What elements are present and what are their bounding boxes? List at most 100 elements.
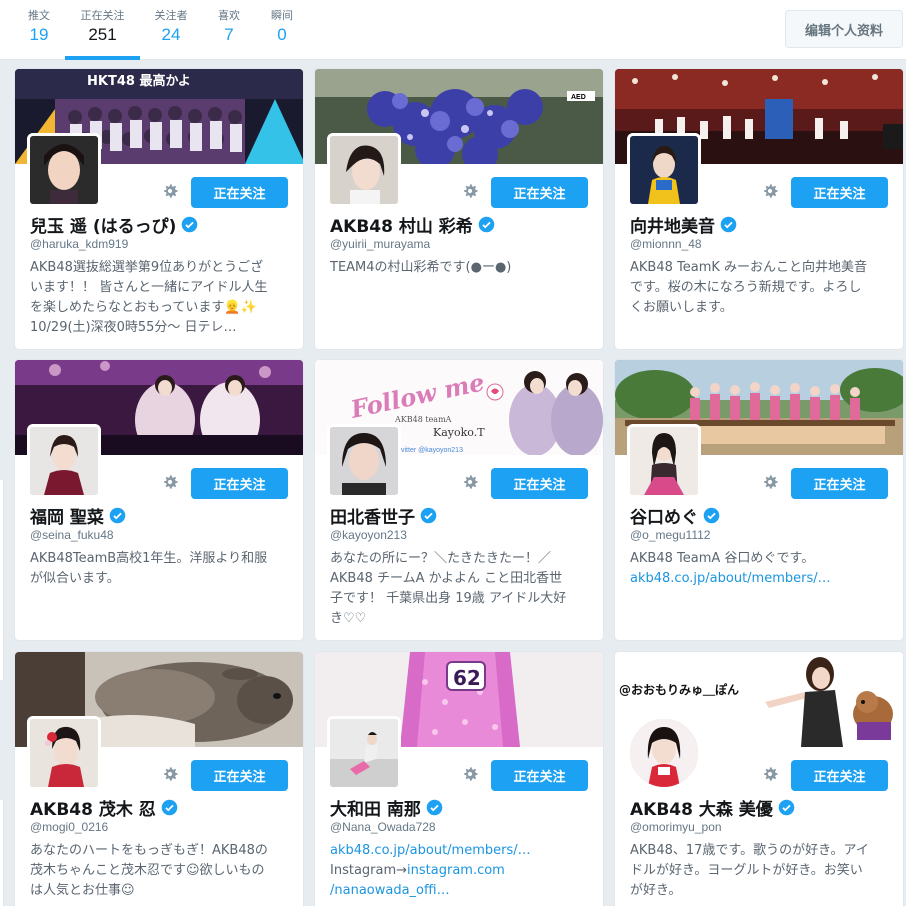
- user-handle[interactable]: @omorimyu_pon: [630, 820, 722, 834]
- avatar[interactable]: [627, 133, 701, 207]
- stat-likes[interactable]: 喜欢 7: [212, 8, 246, 60]
- following-button[interactable]: 正在关注: [791, 760, 888, 791]
- stat-label: 瞬间: [271, 9, 293, 22]
- user-handle[interactable]: @mogi0_0216: [30, 820, 108, 834]
- user-name-text: 谷口めぐ: [630, 508, 698, 528]
- user-handle[interactable]: @mionnn_48: [630, 237, 702, 251]
- user-name[interactable]: AKB48 村山 彩希: [330, 212, 495, 237]
- verified-badge-icon: [478, 216, 495, 233]
- user-card[interactable]: @おおもりみゅ＿ぽん 正在关注 AKB48 大森 美優 @omorimyu_po…: [614, 651, 904, 906]
- gear-icon[interactable]: [760, 764, 780, 784]
- bio-link[interactable]: instagram.com: [407, 863, 505, 878]
- following-button[interactable]: 正在关注: [491, 468, 588, 499]
- user-name-text: AKB48 茂木 忍: [30, 800, 156, 820]
- following-button[interactable]: 正在关注: [791, 177, 888, 208]
- left-sidebar-edge: [0, 480, 4, 680]
- avatar[interactable]: [27, 716, 101, 790]
- gear-icon[interactable]: [460, 764, 480, 784]
- bio-link[interactable]: akb48.co.jp/about/members/…: [630, 569, 895, 589]
- bio-link[interactable]: akb48.co.jp/about/members/…: [330, 841, 595, 861]
- gear-icon[interactable]: [760, 181, 780, 201]
- banner-subtext: vitter @kayoyon213: [401, 447, 463, 454]
- bio-line: を楽しめたらなとおもっています👱✨: [30, 300, 257, 315]
- user-name[interactable]: 向井地美音: [630, 212, 737, 237]
- user-name[interactable]: 谷口めぐ: [630, 503, 720, 528]
- gear-icon[interactable]: [460, 181, 480, 201]
- user-handle[interactable]: @haruka_kdm919: [30, 237, 128, 251]
- avatar[interactable]: [627, 424, 701, 498]
- stat-tweets[interactable]: 推文 19: [18, 8, 60, 60]
- user-card[interactable]: 62 正在关注 大和田 南那 @Nana_Owada728 akb48.co.j…: [314, 651, 604, 906]
- stat-value: 19: [29, 25, 49, 44]
- bio-line: です。桜の木になろう新規です。よろし: [630, 280, 862, 295]
- following-button[interactable]: 正在关注: [491, 177, 588, 208]
- user-card[interactable]: 正在关注 AKB48 茂木 忍 @mogi0_0216 あなたのハートをもっぎも…: [14, 651, 304, 906]
- user-name[interactable]: 大和田 南那: [330, 795, 443, 820]
- following-button[interactable]: 正在关注: [191, 177, 288, 208]
- gear-icon[interactable]: [160, 764, 180, 784]
- user-bio: akb48.co.jp/about/members/… Instagram→in…: [330, 841, 595, 901]
- banner-subtext: AKB48 teamA: [394, 415, 452, 424]
- avatar[interactable]: [327, 424, 401, 498]
- user-name[interactable]: AKB48 大森 美優: [630, 795, 795, 820]
- gear-icon[interactable]: [760, 472, 780, 492]
- user-name[interactable]: 福岡 聖菜: [30, 503, 126, 528]
- verified-badge-icon: [182, 216, 198, 233]
- user-handle[interactable]: @kayoyon213: [330, 528, 407, 542]
- bio-link[interactable]: /nanaowada_offi…: [330, 881, 595, 901]
- user-handle[interactable]: @seina_fuku48: [30, 528, 114, 542]
- stat-followers[interactable]: 关注者 24: [150, 8, 192, 60]
- user-name[interactable]: 田北香世子: [330, 503, 437, 528]
- verified-badge-icon: [426, 799, 443, 816]
- user-name-text: 大和田 南那: [330, 800, 421, 820]
- verified-badge-icon: [109, 507, 126, 524]
- bio-line: き♡♡: [330, 611, 367, 626]
- user-handle[interactable]: @Nana_Owada728: [330, 820, 436, 834]
- user-handle[interactable]: @o_megu1112: [630, 528, 710, 542]
- user-card[interactable]: 正在关注 向井地美音 @mionnn_48 AKB48 TeamK みーおんこと…: [614, 68, 904, 350]
- verified-badge-icon: [420, 507, 437, 524]
- bio-line: が似合います。: [30, 571, 120, 586]
- bio-line: AKB48選抜総選挙第9位ありがとうござ: [30, 260, 264, 275]
- user-name[interactable]: AKB48 茂木 忍: [30, 795, 178, 820]
- bio-text: Instagram→: [330, 863, 408, 878]
- verified-badge-icon: [778, 799, 795, 816]
- avatar[interactable]: [27, 424, 101, 498]
- user-bio: AKB48TeamB高校1年生。洋服より和服 が似合います。: [30, 549, 295, 589]
- stat-moments[interactable]: 瞬间 0: [265, 8, 299, 60]
- stat-following[interactable]: 正在关注 251: [65, 8, 140, 60]
- bio-line: が好き。: [630, 883, 682, 898]
- following-button[interactable]: 正在关注: [791, 468, 888, 499]
- bio-line: TEAM4の村山彩希です(●ー●): [330, 260, 512, 275]
- user-name-text: AKB48 大森 美優: [630, 800, 773, 820]
- following-button[interactable]: 正在关注: [191, 468, 288, 499]
- gear-icon[interactable]: [160, 181, 180, 201]
- following-button[interactable]: 正在关注: [191, 760, 288, 791]
- gear-icon[interactable]: [460, 472, 480, 492]
- user-card[interactable]: 正在关注 福岡 聖菜 @seina_fuku48 AKB48TeamB高校1年生…: [14, 359, 304, 641]
- avatar[interactable]: [327, 716, 401, 790]
- user-card[interactable]: AED 正在关注 AKB48 村山 彩希 @yuirii_murayama TE…: [314, 68, 604, 350]
- avatar[interactable]: [627, 716, 701, 790]
- edit-profile-button[interactable]: 编辑个人资料: [785, 10, 903, 48]
- avatar[interactable]: [27, 133, 101, 207]
- stat-label: 正在关注: [80, 9, 125, 22]
- user-card[interactable]: Follow me AKB48 teamA Kayoko.T vitter @k…: [314, 359, 604, 641]
- verified-badge-icon: [161, 799, 178, 816]
- user-bio: AKB48 TeamK みーおんこと向井地美音 です。桜の木になろう新規です。よ…: [630, 258, 895, 318]
- user-card[interactable]: 正在关注 谷口めぐ @o_megu1112 AKB48 TeamA 谷口めぐです…: [614, 359, 904, 641]
- user-bio: あなたのハートをもっぎもぎ！AKB48の 茂木ちゃんこと茂木忍です☺欲しいもの …: [30, 841, 295, 901]
- user-bio: AKB48 TeamA 谷口めぐです。 akb48.co.jp/about/me…: [630, 549, 895, 589]
- user-card[interactable]: HKT48 最高かよ 正在关注 兒玉 遥 (はるっぴ) @haruka_kdm9…: [14, 68, 304, 350]
- user-bio: AKB48選抜総選挙第9位ありがとうござ います！！ 皆さんと一緒にアイドル人生…: [30, 258, 295, 338]
- banner-text: @おおもりみゅ＿ぽん: [619, 682, 739, 697]
- user-name-text: 田北香世子: [330, 508, 415, 528]
- user-name[interactable]: 兒玉 遥 (はるっぴ): [30, 212, 198, 237]
- avatar[interactable]: [327, 133, 401, 207]
- bio-line: 子です！ 千葉県出身 19歳 アイドル大好: [330, 591, 567, 606]
- user-handle[interactable]: @yuirii_murayama: [330, 237, 430, 251]
- following-button[interactable]: 正在关注: [491, 760, 588, 791]
- gear-icon[interactable]: [160, 472, 180, 492]
- stat-label: 喜欢: [218, 9, 240, 22]
- bio-line: AKB48 チームA かよよん こと田北香世: [330, 571, 563, 586]
